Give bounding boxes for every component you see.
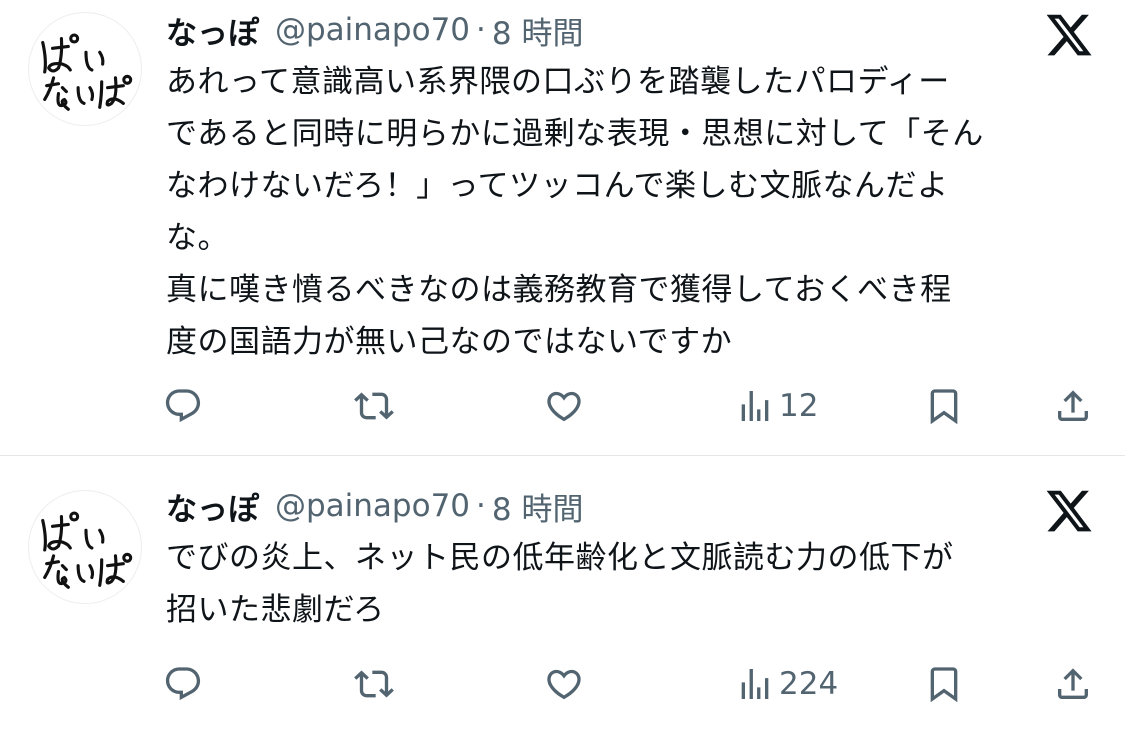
author-handle[interactable]: @painapo70: [275, 12, 470, 48]
avatar-handwriting-image: [41, 33, 133, 111]
like-button[interactable]: [544, 384, 584, 428]
reply-button[interactable]: [163, 384, 203, 428]
bookmark-button[interactable]: [924, 384, 964, 428]
tweet-header: なっぽ @painapo70 · 8 時間: [166, 8, 583, 52]
views-icon: [735, 386, 775, 426]
reply-icon: [163, 386, 203, 426]
reply-button[interactable]: [163, 662, 203, 706]
views-button[interactable]: 12: [735, 384, 818, 428]
separator-dot: ·: [476, 488, 486, 524]
retweet-button[interactable]: [354, 384, 394, 428]
action-bar: 12: [0, 384, 1125, 428]
author-name[interactable]: なっぽ: [166, 8, 259, 53]
tweet[interactable]: なっぽ @painapo70 · 8 時間 あれって意識高い系界隈の口ぶりを踏襲…: [0, 0, 1125, 455]
like-button[interactable]: [544, 662, 584, 706]
views-button[interactable]: 224: [735, 662, 838, 706]
avatar[interactable]: [28, 490, 142, 604]
like-icon: [544, 664, 584, 704]
author-name[interactable]: なっぽ: [166, 484, 259, 529]
timestamp[interactable]: 8 時間: [492, 8, 584, 53]
action-bar: 224: [0, 662, 1125, 706]
separator-dot: ·: [476, 12, 486, 48]
x-logo-icon: [1043, 486, 1095, 536]
views-count: 224: [779, 666, 839, 702]
retweet-button[interactable]: [354, 662, 394, 706]
share-icon: [1053, 386, 1093, 426]
share-button[interactable]: [1053, 384, 1093, 428]
views-count: 12: [779, 388, 819, 424]
retweet-icon: [354, 386, 394, 426]
timestamp[interactable]: 8 時間: [492, 484, 584, 529]
reply-icon: [163, 664, 203, 704]
bookmark-icon: [924, 664, 964, 704]
bookmark-icon: [924, 386, 964, 426]
views-icon: [735, 664, 775, 704]
x-logo-icon: [1043, 10, 1095, 60]
avatar[interactable]: [28, 12, 142, 126]
retweet-icon: [354, 664, 394, 704]
tweet-text: でびの炎上、ネット民の低年齢化と文脈読む力の低下が 招いた悲劇だろ: [166, 540, 954, 628]
bookmark-button[interactable]: [924, 662, 964, 706]
tweet[interactable]: なっぽ @painapo70 · 8 時間 でびの炎上、ネット民の低年齢化と文脈…: [0, 456, 1125, 749]
share-button[interactable]: [1053, 662, 1093, 706]
tweet-text: あれって意識高い系界隈の口ぶりを踏襲したパロディー であると同時に明らかに過剰な…: [166, 64, 984, 360]
like-icon: [544, 386, 584, 426]
author-handle[interactable]: @painapo70: [275, 488, 470, 524]
share-icon: [1053, 664, 1093, 704]
tweet-header: なっぽ @painapo70 · 8 時間: [166, 484, 583, 528]
avatar-handwriting-image: [41, 511, 133, 589]
